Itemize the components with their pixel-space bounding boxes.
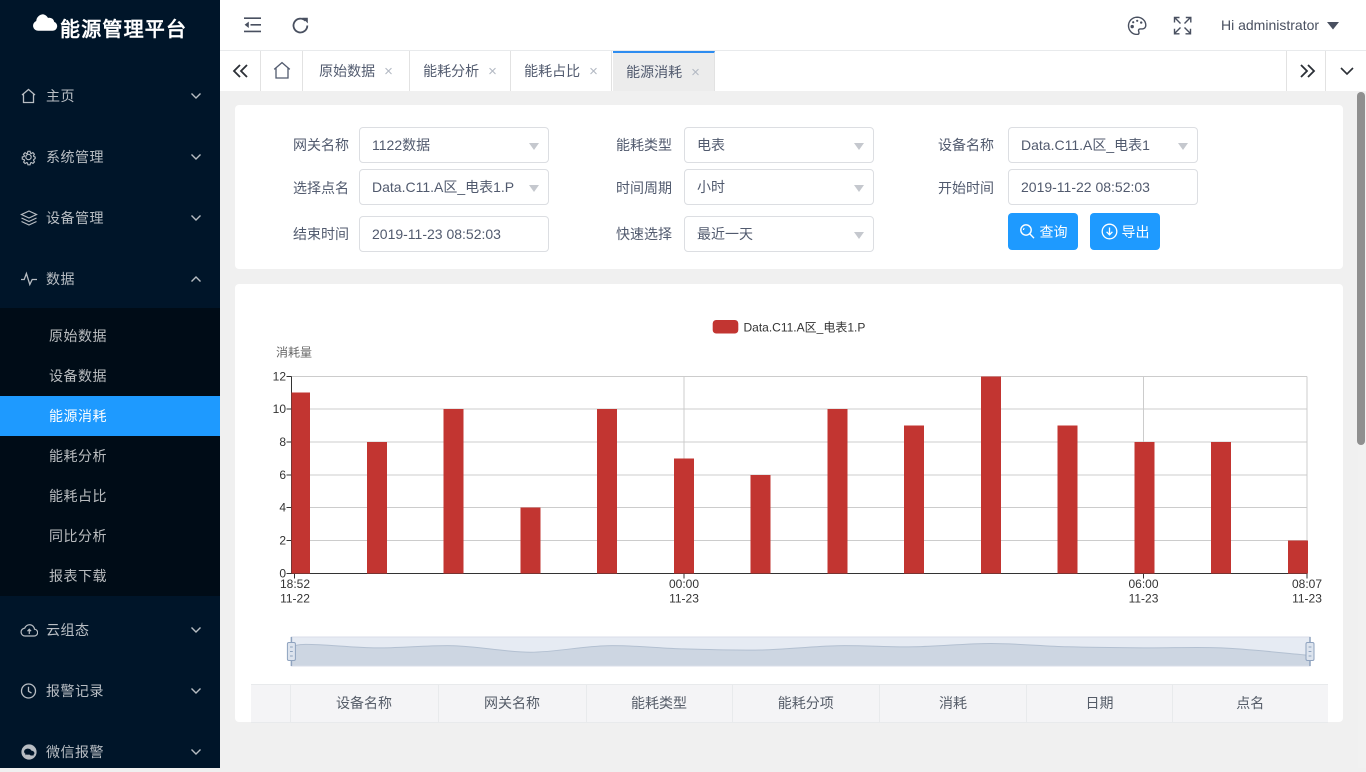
svg-text:10: 10 bbox=[273, 402, 287, 416]
svg-text:11-23: 11-23 bbox=[1292, 592, 1322, 606]
svg-text:12: 12 bbox=[273, 369, 287, 383]
svg-text:11-22: 11-22 bbox=[280, 592, 310, 606]
svg-text:2: 2 bbox=[279, 534, 286, 548]
svg-text:11-23: 11-23 bbox=[1129, 592, 1159, 606]
svg-text:08:07: 08:07 bbox=[1292, 577, 1322, 591]
svg-text:Data.C11.A区_电表1.P: Data.C11.A区_电表1.P bbox=[744, 321, 866, 335]
svg-text:18:52: 18:52 bbox=[280, 577, 310, 591]
svg-text:00:00: 00:00 bbox=[669, 577, 699, 591]
svg-text:11-23: 11-23 bbox=[669, 592, 699, 606]
svg-text:4: 4 bbox=[279, 501, 286, 515]
svg-text:6: 6 bbox=[279, 468, 286, 482]
svg-text:8: 8 bbox=[279, 435, 286, 449]
svg-text:06:00: 06:00 bbox=[1128, 577, 1158, 591]
svg-text:消耗量: 消耗量 bbox=[276, 346, 312, 360]
